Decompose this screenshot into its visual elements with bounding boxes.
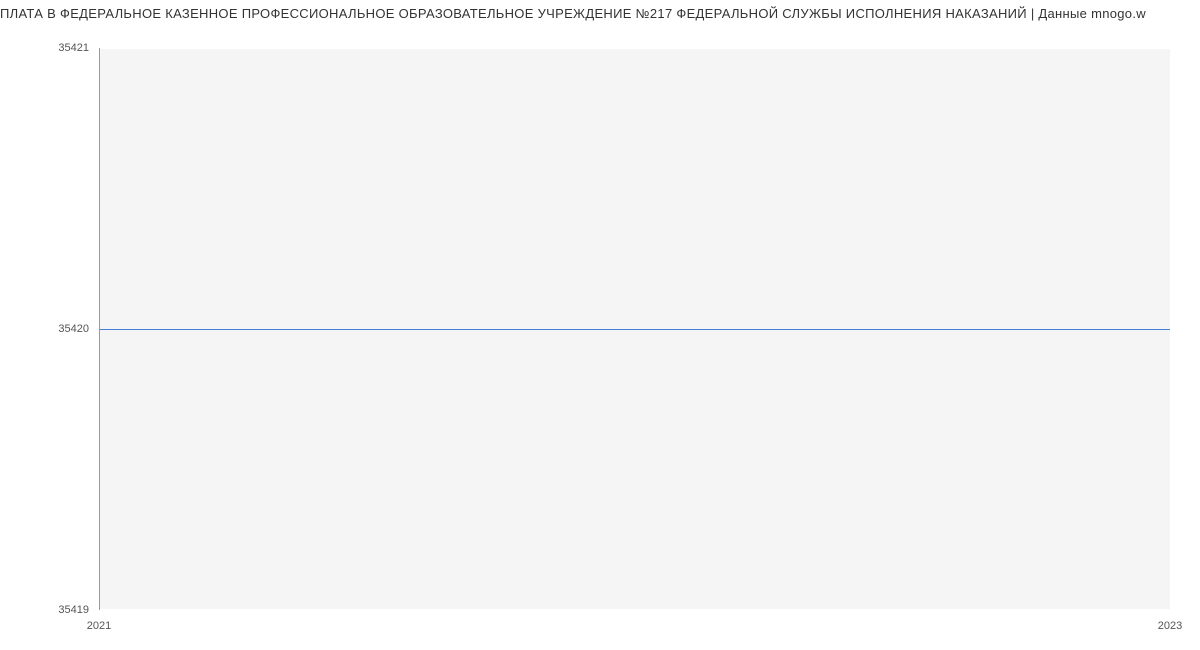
x-axis: 2021 2023 — [99, 614, 1170, 650]
x-tick-label: 2023 — [1158, 620, 1182, 632]
y-tick-label: 35419 — [58, 604, 89, 616]
y-axis: 35421 35420 35419 — [0, 48, 95, 610]
plot-area — [99, 48, 1170, 610]
x-tick-label: 2021 — [87, 620, 111, 632]
chart-title: ПЛАТА В ФЕДЕРАЛЬНОЕ КАЗЕННОЕ ПРОФЕССИОНА… — [0, 0, 1200, 21]
y-tick-label: 35421 — [58, 42, 89, 54]
y-tick-label: 35420 — [58, 323, 89, 335]
chart-container: ПЛАТА В ФЕДЕРАЛЬНОЕ КАЗЕННОЕ ПРОФЕССИОНА… — [0, 0, 1200, 650]
data-line — [100, 329, 1170, 330]
gridline — [100, 609, 1170, 610]
gridline — [100, 48, 1170, 49]
